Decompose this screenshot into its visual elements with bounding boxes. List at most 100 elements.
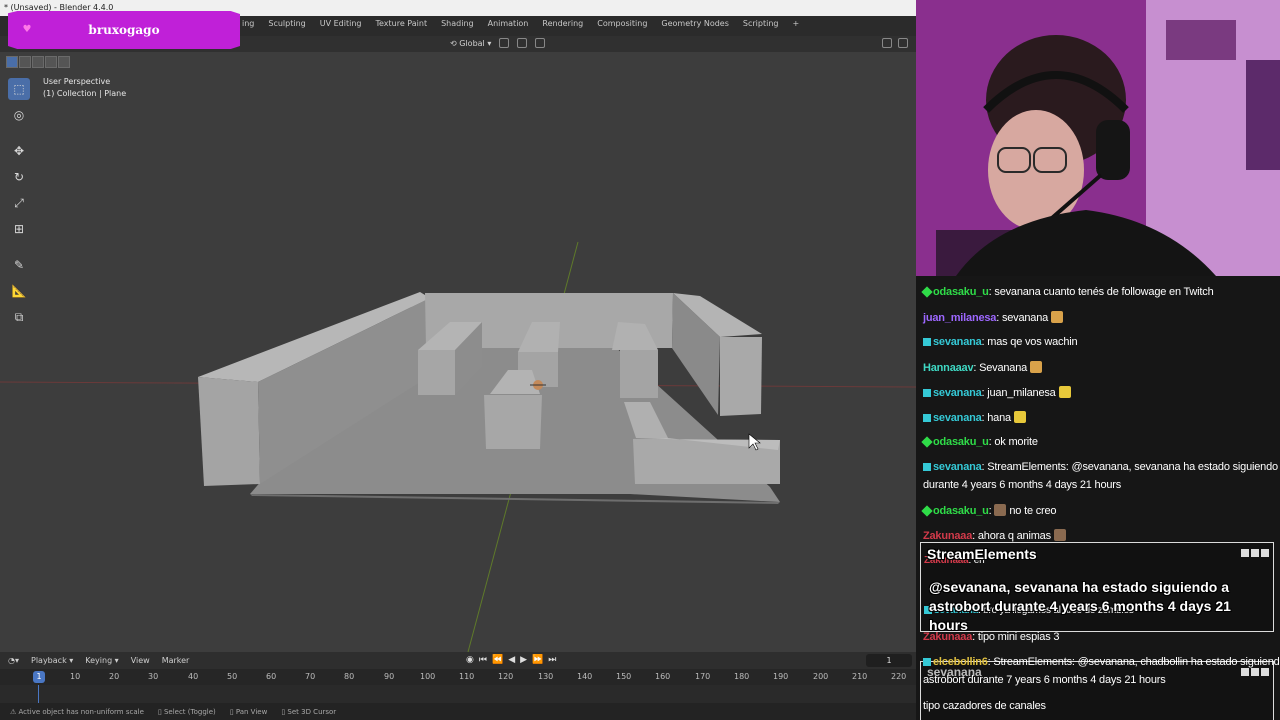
jump-end-icon[interactable]: ⏭ — [548, 655, 556, 665]
measure-icon[interactable]: 📐 — [8, 280, 30, 302]
playhead[interactable]: 1 — [33, 671, 45, 683]
snap-icon[interactable] — [517, 38, 528, 48]
tick: 210 — [852, 672, 868, 681]
tick: 20 — [109, 672, 120, 681]
popup-title: StreamElements — [927, 546, 1037, 562]
chat-text: StreamElements: @sevanana, sevanana ha e… — [987, 461, 1280, 473]
chat-username[interactable]: sevanana — [933, 461, 982, 473]
chat-username[interactable]: odasaku_u — [933, 505, 989, 517]
orientation-dropdown[interactable]: ⟲ Global ▾ — [450, 39, 491, 48]
chat-message: juan_milanesa: sevanana — [923, 311, 1064, 324]
warning-icon: ⚠ — [10, 707, 19, 716]
menu-marker[interactable]: Marker — [162, 656, 190, 665]
select-box-icon[interactable]: ⬚ — [8, 78, 30, 100]
minimize-icon[interactable] — [1241, 668, 1249, 676]
rotate-icon[interactable]: ↻ — [8, 166, 30, 188]
chat-message: sevanana: hana — [923, 411, 1026, 424]
streamelements-popup: Zakunaaa: en sevanana: bro ya llegamos a… — [920, 542, 1274, 633]
tick: 60 — [266, 672, 277, 681]
chat-username[interactable]: odasaku_u — [933, 286, 989, 298]
chat-text: ahora q animas — [977, 530, 1051, 542]
tab-layout[interactable]: ing — [242, 19, 254, 28]
timeline-ruler[interactable]: 1 10 20 30 40 50 60 70 80 90 100 110 120… — [0, 669, 916, 685]
play-reverse-icon[interactable]: ◀ — [508, 655, 515, 665]
tick: 190 — [773, 672, 789, 681]
status-cursor-text: Set 3D Cursor — [287, 707, 337, 716]
chat-message: sevanana: mas qe vos wachin — [923, 336, 1078, 348]
sub-badge-icon — [923, 389, 931, 397]
chat-username[interactable]: odasaku_u — [933, 436, 989, 448]
chat-message: Zakunaaa: tipo mini espias 3 — [923, 631, 1060, 643]
tab-geometry-nodes[interactable]: Geometry Nodes — [661, 19, 728, 28]
add-cube-icon[interactable]: ⧉ — [8, 306, 30, 328]
chat-message: Hannaaav: Sevanana — [923, 361, 1043, 374]
chat-text: StreamElements: @sevanana, chadbollin ha… — [993, 656, 1280, 668]
pivot-icon[interactable] — [499, 38, 510, 48]
transform-icon[interactable]: ⊞ — [8, 218, 30, 240]
select-subtract-icon[interactable] — [32, 56, 44, 68]
select-invert-icon[interactable] — [45, 56, 57, 68]
sub-badge-icon — [923, 414, 931, 422]
tick: 80 — [344, 672, 355, 681]
timeline-track[interactable] — [0, 685, 916, 703]
chat-message: sevanana: StreamElements: @sevanana, sev… — [923, 461, 1280, 473]
chat-username[interactable]: sevanana — [933, 412, 982, 424]
chat-message: elcebollin6: StreamElements: @sevanana, … — [923, 656, 1280, 668]
select-intersect-icon[interactable] — [58, 56, 70, 68]
tool-shelf: ⬚ ◎ ✥ ↻ ⤢ ⊞ ✎ 📐 ⧉ — [6, 78, 32, 328]
status-bar: ⚠ Active object has non-uniform scale ▯ … — [0, 703, 916, 720]
tick: 140 — [577, 672, 593, 681]
gizmo-icon[interactable] — [882, 38, 892, 48]
chat-username[interactable]: elcebollin6 — [933, 656, 988, 668]
chat-username[interactable]: juan_milanesa — [923, 312, 996, 324]
chat-username[interactable]: Zakunaaa — [923, 530, 972, 542]
menu-keying[interactable]: Keying ▾ — [85, 656, 118, 665]
scale-icon[interactable]: ⤢ — [8, 192, 30, 214]
close-icon[interactable] — [1261, 549, 1269, 557]
next-keyframe-icon[interactable]: ⏩ — [532, 655, 543, 665]
select-new-icon[interactable] — [6, 56, 18, 68]
chat-username[interactable]: Hannaaav — [923, 362, 974, 374]
chat-message: Zakunaaa: ahora q animas — [923, 529, 1066, 542]
jump-start-icon[interactable]: ⏮ — [479, 655, 487, 665]
prev-keyframe-icon[interactable]: ⏪ — [492, 655, 503, 665]
cursor-icon[interactable]: ◎ — [8, 104, 30, 126]
overlay-icon[interactable] — [898, 38, 908, 48]
menu-view[interactable]: View — [131, 656, 150, 665]
tick: 50 — [227, 672, 238, 681]
tab-compositing[interactable]: Compositing — [597, 19, 647, 28]
streamer-name-badge: ♥ bruxogago — [8, 11, 240, 49]
tab-uv-editing[interactable]: UV Editing — [320, 19, 362, 28]
3d-scene[interactable] — [0, 52, 916, 652]
chat-text: tipo mini espias 3 — [977, 631, 1060, 643]
chat-username[interactable]: Zakunaaa — [923, 631, 972, 643]
record-icon[interactable]: ◉ — [466, 655, 474, 665]
tick: 30 — [148, 672, 159, 681]
playback-controls: ◉ ⏮ ⏪ ◀ ▶ ⏩ ⏭ — [466, 655, 556, 665]
tab-sculpting[interactable]: Sculpting — [268, 19, 305, 28]
tab-texture-paint[interactable]: Texture Paint — [375, 19, 427, 28]
streamer-name: bruxogago — [88, 23, 160, 37]
menu-playback[interactable]: Playback ▾ — [31, 656, 73, 665]
tab-scripting[interactable]: Scripting — [743, 19, 779, 28]
tab-rendering[interactable]: Rendering — [542, 19, 583, 28]
current-frame-field[interactable]: 1 — [866, 654, 912, 667]
move-icon[interactable]: ✥ — [8, 140, 30, 162]
tab-shading[interactable]: Shading — [441, 19, 474, 28]
tick: 100 — [420, 672, 436, 681]
maximize-icon[interactable] — [1251, 549, 1259, 557]
select-extend-icon[interactable] — [19, 56, 31, 68]
proportional-edit-icon[interactable] — [535, 38, 546, 48]
selection-mode-buttons — [6, 56, 70, 68]
chat-username[interactable]: sevanana — [933, 387, 982, 399]
annotate-icon[interactable]: ✎ — [8, 254, 30, 276]
minimize-icon[interactable] — [1241, 549, 1249, 557]
close-icon[interactable] — [1261, 668, 1269, 676]
add-workspace-button[interactable]: + — [792, 19, 799, 28]
chat-username[interactable]: sevanana — [933, 336, 982, 348]
maximize-icon[interactable] — [1251, 668, 1259, 676]
timeline-editor-icon[interactable]: ◔▾ — [8, 656, 19, 665]
tab-animation[interactable]: Animation — [488, 19, 529, 28]
chat-text: no te creo — [1009, 505, 1057, 517]
play-icon[interactable]: ▶ — [520, 655, 527, 665]
